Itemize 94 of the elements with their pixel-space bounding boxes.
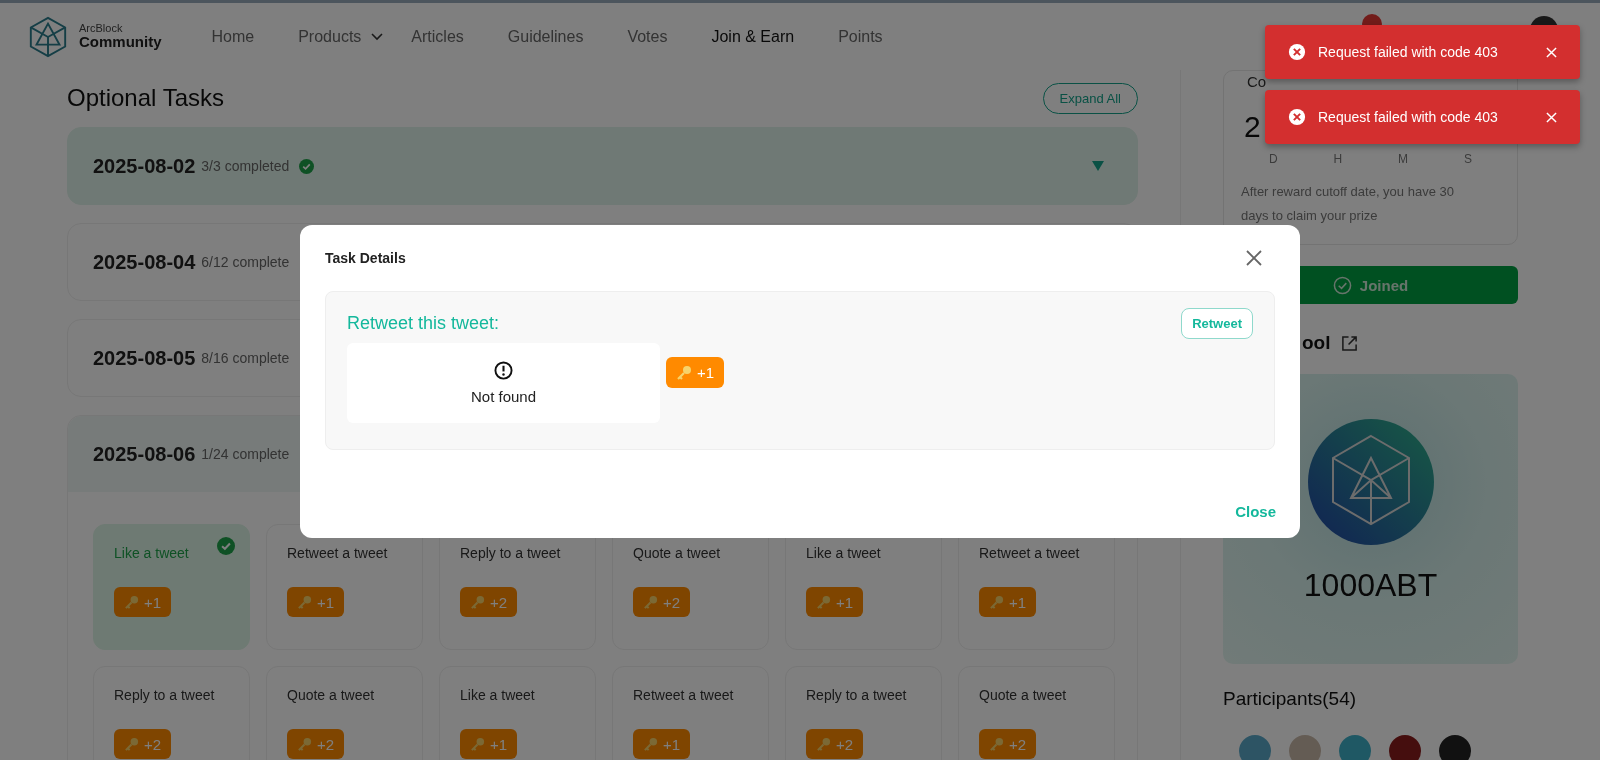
key-icon xyxy=(816,736,831,752)
check-circle-icon xyxy=(217,537,235,555)
task-card[interactable]: Quote a tweet +2 xyxy=(266,666,423,760)
dialog-title: Task Details xyxy=(325,250,406,266)
key-icon xyxy=(989,594,1004,610)
avatar[interactable] xyxy=(1389,735,1421,760)
participants-title: Participants(54) xyxy=(1223,688,1358,710)
reward-chip: +2 xyxy=(633,587,691,617)
task-label: Retweet a tweet xyxy=(979,545,1080,561)
unit-label: S xyxy=(1464,152,1473,166)
check-circle-icon xyxy=(1332,275,1352,295)
task-card[interactable]: Reply to a tweet +2 xyxy=(93,666,250,760)
expand-all-button[interactable]: Expand All xyxy=(1042,82,1138,114)
retweet-button[interactable]: Retweet xyxy=(1181,308,1253,339)
reward-chip: +1 xyxy=(666,357,725,388)
section-date[interactable]: 2025-08-05 xyxy=(93,346,196,370)
reward-chip: +2 xyxy=(287,729,345,759)
reward-chip: +1 xyxy=(633,729,691,759)
embed-message: Not found xyxy=(470,388,536,405)
task-label: Like a tweet xyxy=(460,687,535,703)
check-circle-icon xyxy=(299,158,315,174)
key-icon xyxy=(470,594,485,610)
reward-chip: +1 xyxy=(114,587,172,617)
task-card[interactable]: Quote a tweet +2 xyxy=(958,666,1115,760)
unit-label: D xyxy=(1268,152,1278,166)
task-card[interactable]: Reply to a tweet +2 xyxy=(785,666,942,760)
key-icon xyxy=(470,736,485,752)
task-label: Like a tweet xyxy=(114,545,189,561)
key-icon xyxy=(816,594,831,610)
toast-message: Request failed with code 403 xyxy=(1318,44,1499,60)
key-icon xyxy=(124,594,139,610)
key-icon xyxy=(297,594,312,610)
progress-text: 8/16 complete xyxy=(201,350,290,366)
task-card[interactable]: Retweet a tweet +1 xyxy=(266,524,423,650)
nav-link[interactable]: Join & Earn xyxy=(711,27,795,46)
progress-text: 1/24 complete xyxy=(201,446,290,462)
pool-title: ool xyxy=(1302,332,1331,354)
progress-text: 3/3 completed xyxy=(201,158,290,174)
nav-link[interactable]: Home xyxy=(211,27,255,46)
logo-icon xyxy=(27,15,69,58)
nav-link[interactable]: Points xyxy=(838,27,883,46)
task-card[interactable]: Retweet a tweet +1 xyxy=(612,666,769,760)
prize-amount: 1000ABT xyxy=(1303,567,1438,604)
key-icon xyxy=(643,594,658,610)
reward-chip: +2 xyxy=(460,587,518,617)
progress-text: 6/12 complete xyxy=(201,254,290,270)
brand-title: Community xyxy=(79,34,162,51)
chevron-down-icon[interactable] xyxy=(371,32,384,41)
task-label: Reply to a tweet xyxy=(114,687,215,703)
alert-icon xyxy=(494,361,513,380)
nav-link[interactable]: Votes xyxy=(627,27,668,46)
section-date[interactable]: 2025-08-06 xyxy=(93,442,196,466)
countdown-digits: 2 xyxy=(1243,109,1261,145)
task-label: Quote a tweet xyxy=(287,687,375,703)
unit-label: M xyxy=(1398,152,1409,166)
nav-link[interactable]: Guidelines xyxy=(507,27,584,46)
external-link-icon[interactable] xyxy=(1340,334,1358,352)
task-label: Retweet a tweet xyxy=(633,687,734,703)
key-icon xyxy=(124,736,139,752)
task-label: Like a tweet xyxy=(806,545,881,561)
error-icon xyxy=(1288,108,1306,126)
section-date[interactable]: 2025-08-02 xyxy=(93,154,196,178)
reward-chip: +1 xyxy=(806,587,864,617)
task-label: Quote a tweet xyxy=(979,687,1067,703)
countdown-note: After reward cutoff date, you have 30 days to claim your prize xyxy=(1241,183,1455,225)
brand-name: ArcBlock xyxy=(79,22,124,35)
close-icon[interactable] xyxy=(1246,250,1262,266)
section-title: Optional Tasks xyxy=(67,84,224,112)
reward-chip: +2 xyxy=(979,729,1037,759)
task-label: Reply to a tweet xyxy=(806,687,907,703)
task-label: Reply to a tweet xyxy=(460,545,561,561)
key-icon xyxy=(643,736,658,752)
key-icon xyxy=(676,364,692,381)
avatar[interactable] xyxy=(1439,735,1471,760)
nav-link[interactable]: Products xyxy=(298,27,362,46)
unit-label: H xyxy=(1333,152,1343,166)
reward-chip: +2 xyxy=(806,729,864,759)
close-button[interactable]: Close xyxy=(1231,501,1280,522)
task-heading: Retweet this tweet: xyxy=(347,313,500,334)
task-card[interactable]: Like a tweet +1 xyxy=(439,666,596,760)
error-icon xyxy=(1288,43,1306,61)
reward-chip: +1 xyxy=(979,587,1037,617)
reward-chip: +1 xyxy=(287,587,345,617)
toast-message: Request failed with code 403 xyxy=(1318,109,1499,125)
task-label: Retweet a tweet xyxy=(287,545,388,561)
reward-chip: +2 xyxy=(114,729,172,759)
task-label: Quote a tweet xyxy=(633,545,721,561)
section-date[interactable]: 2025-08-04 xyxy=(93,250,196,274)
token-logo-icon xyxy=(1307,419,1434,545)
countdown-title: Co xyxy=(1246,73,1268,90)
reward-chip: +1 xyxy=(460,729,518,759)
nav-link[interactable]: Articles xyxy=(411,27,464,46)
key-icon xyxy=(989,736,1004,752)
key-icon xyxy=(297,736,312,752)
